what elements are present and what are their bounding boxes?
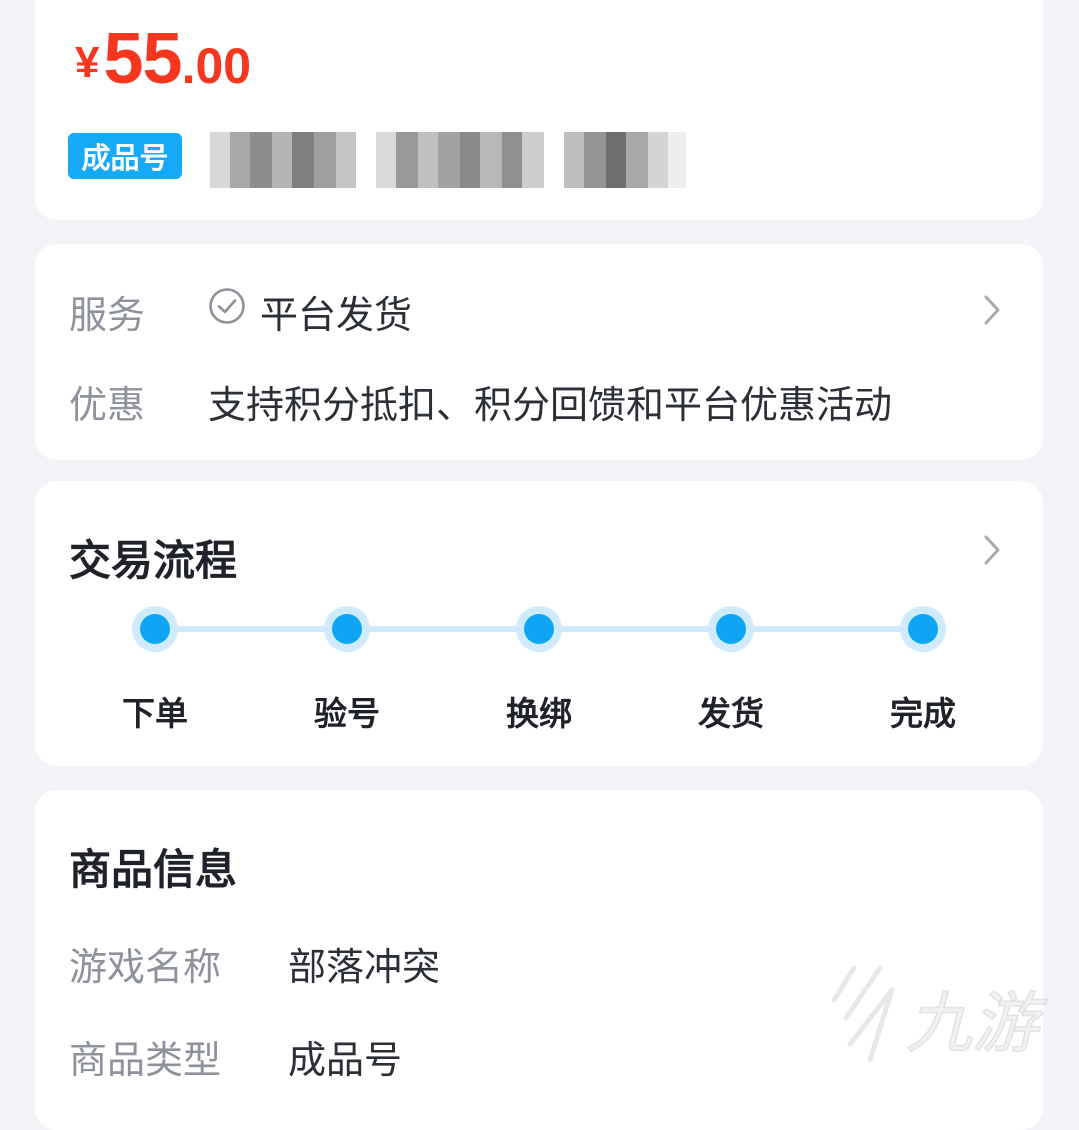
step-dot: [516, 606, 562, 652]
step-label-rebind: 换绑: [506, 694, 572, 733]
step-dot: [132, 606, 178, 652]
chevron-right-icon[interactable]: [982, 294, 1002, 326]
goods-type-label: 商品类型: [69, 1038, 222, 1082]
price-card: ¥55.00 成品号: [35, 0, 1043, 220]
watermark-text: 九游: [906, 985, 1048, 1062]
account-type-badge: 成品号: [68, 133, 182, 179]
goods-type-value: 成品号: [288, 1038, 403, 1082]
trade-process-card[interactable]: 交易流程 下单 验号 换绑 发货 完成: [35, 481, 1043, 766]
service-value: 平台发货: [260, 293, 413, 337]
check-circle-icon: [209, 288, 245, 324]
step-dot: [708, 606, 754, 652]
brand-watermark-logo: 九游: [831, 965, 1049, 1063]
masked-account-title: [210, 130, 686, 190]
discount-label: 优惠: [69, 383, 146, 427]
service-label: 服务: [69, 293, 146, 337]
step-dot: [900, 606, 946, 652]
price-currency: ¥: [75, 38, 100, 87]
game-name-value: 部落冲突: [288, 945, 441, 989]
trade-process-title: 交易流程: [69, 536, 238, 585]
step-dot: [324, 606, 370, 652]
price: ¥55.00: [75, 18, 251, 100]
step-label-verify: 验号: [314, 694, 380, 733]
price-integer: 55: [103, 19, 182, 99]
service-card[interactable]: 服务 平台发货 优惠 支持积分抵扣、积分回馈和平台优惠活动: [35, 244, 1043, 460]
step-label-deliver: 发货: [698, 694, 764, 733]
step-label-order: 下单: [122, 694, 188, 733]
chevron-right-icon[interactable]: [982, 534, 1002, 566]
game-name-label: 游戏名称: [69, 945, 222, 989]
discount-value: 支持积分抵扣、积分回馈和平台优惠活动: [208, 383, 893, 427]
price-decimal: .00: [181, 38, 252, 94]
step-label-complete: 完成: [890, 694, 956, 733]
goods-info-title: 商品信息: [69, 845, 238, 894]
